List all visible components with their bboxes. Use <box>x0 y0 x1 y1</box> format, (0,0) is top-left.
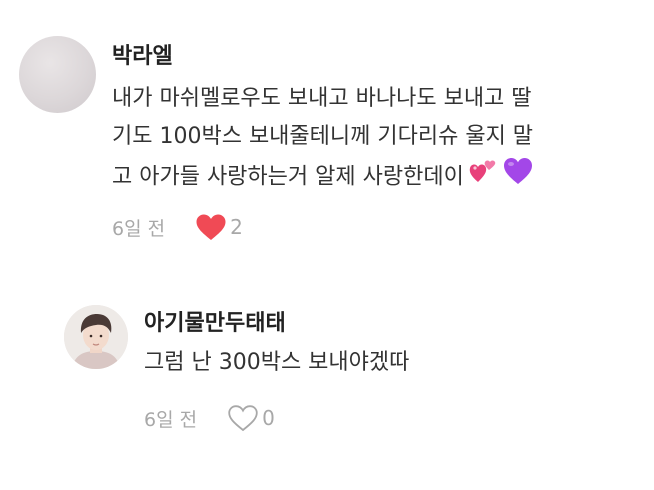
comment-author[interactable]: 아기물만두태태 <box>144 305 286 337</box>
comment-text-line: 그럼 난 300박스 보내야겠따 <box>144 350 410 375</box>
like-count: 0 <box>262 406 275 430</box>
comment-text-line-last: 고 아가들 사랑하는거 알제 사랑한데이 <box>112 156 632 199</box>
comment-meta: 6일 전 2 <box>112 213 243 241</box>
comment-text-line: 기도 100박스 보내줄테니께 기다리슈 울지 말 <box>112 124 534 149</box>
heart-filled-icon <box>195 213 227 241</box>
heart-outline-icon <box>227 404 259 432</box>
comment-body: 그럼 난 300박스 보내야겠따 <box>144 347 624 379</box>
comment-text-line: 고 아가들 사랑하는거 알제 사랑한데이 <box>112 164 464 190</box>
like-button[interactable]: 0 <box>227 404 275 432</box>
two-hearts-emoji-icon <box>468 156 498 199</box>
comment-time: 6일 전 <box>144 408 198 431</box>
avatar[interactable] <box>64 305 128 369</box>
comment-body: 내가 마쉬멜로우도 보내고 바나나도 보내고 딸 기도 100박스 보내줄테니께… <box>112 80 632 199</box>
comment-time: 6일 전 <box>112 217 166 240</box>
like-button[interactable]: 2 <box>195 213 243 241</box>
comment-meta: 6일 전 0 <box>144 404 275 432</box>
comment-text-line: 내가 마쉬멜로우도 보내고 바나나도 보내고 딸 <box>112 86 532 111</box>
comment-author[interactable]: 박라엘 <box>112 38 173 70</box>
purple-heart-emoji-icon <box>502 156 534 199</box>
comment-item: 박라엘 내가 마쉬멜로우도 보내고 바나나도 보내고 딸 기도 100박스 보내… <box>0 0 654 270</box>
avatar[interactable] <box>19 36 96 113</box>
comment-item: 아기물만두태태 그럼 난 300박스 보내야겠따 6일 전 0 <box>0 285 654 465</box>
like-count: 2 <box>230 215 243 239</box>
